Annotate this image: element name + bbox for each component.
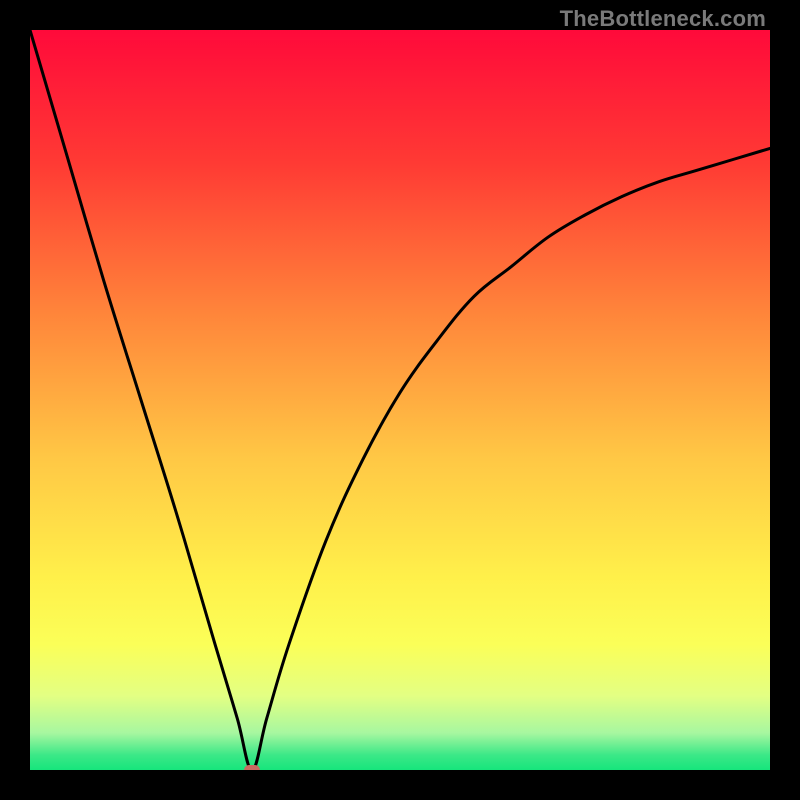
minimum-marker: [244, 765, 260, 770]
chart-frame: TheBottleneck.com: [0, 0, 800, 800]
plot-area: [30, 30, 770, 770]
bottleneck-curve: [30, 30, 770, 770]
watermark-text: TheBottleneck.com: [560, 6, 766, 32]
